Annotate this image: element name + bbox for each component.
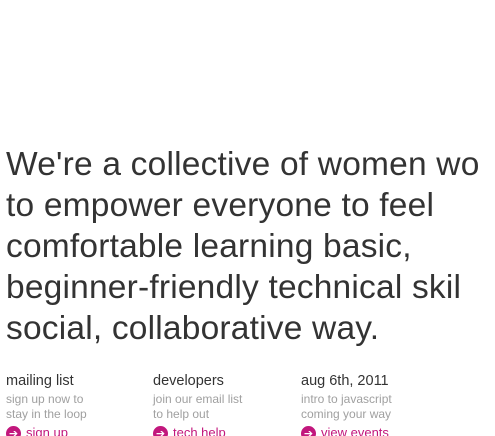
hero-line: to empower everyone to feel bbox=[6, 187, 435, 224]
hero-line: social, collaborative way. bbox=[6, 310, 380, 347]
column-description-line: coming your way bbox=[301, 407, 392, 421]
column-description: join our email list to help out bbox=[153, 392, 293, 422]
column-title: developers bbox=[153, 373, 224, 389]
column-description-line: join our email list bbox=[153, 392, 243, 406]
hero-statement: We're a collective of women wo to empowe… bbox=[6, 144, 495, 349]
arrow-right-icon: ➔ bbox=[301, 425, 316, 436]
sign-up-link[interactable]: ➔ sign up bbox=[6, 425, 146, 436]
hero-line: comfortable learning basic, bbox=[6, 228, 412, 265]
link-label: sign up bbox=[26, 425, 68, 436]
column-description: sign up now to stay in the loop bbox=[6, 392, 146, 422]
arrow-right-icon: ➔ bbox=[153, 425, 168, 436]
hero-line: We're a collective of women wo bbox=[6, 146, 480, 183]
column-title: mailing list bbox=[6, 373, 74, 389]
column-title: aug 6th, 2011 bbox=[301, 373, 389, 389]
arrow-right-icon: ➔ bbox=[6, 425, 21, 436]
column-description-line: stay in the loop bbox=[6, 407, 87, 421]
link-label: view events bbox=[321, 425, 389, 436]
feature-columns: mailing list sign up now to stay in the … bbox=[6, 372, 495, 436]
column-description-line: sign up now to bbox=[6, 392, 84, 406]
column-description-line: to help out bbox=[153, 407, 210, 421]
tech-help-link[interactable]: ➔ tech help bbox=[153, 425, 293, 436]
view-events-link[interactable]: ➔ view events bbox=[301, 425, 441, 436]
link-label: tech help bbox=[173, 425, 226, 436]
events-column: aug 6th, 2011 intro to javascript coming… bbox=[301, 372, 441, 436]
developers-column: developers join our email list to help o… bbox=[153, 372, 293, 436]
hero-line: beginner-friendly technical skil bbox=[6, 269, 462, 306]
column-description: intro to javascript coming your way bbox=[301, 392, 441, 422]
mailing-list-column: mailing list sign up now to stay in the … bbox=[6, 372, 146, 436]
column-description-line: intro to javascript bbox=[301, 392, 392, 406]
